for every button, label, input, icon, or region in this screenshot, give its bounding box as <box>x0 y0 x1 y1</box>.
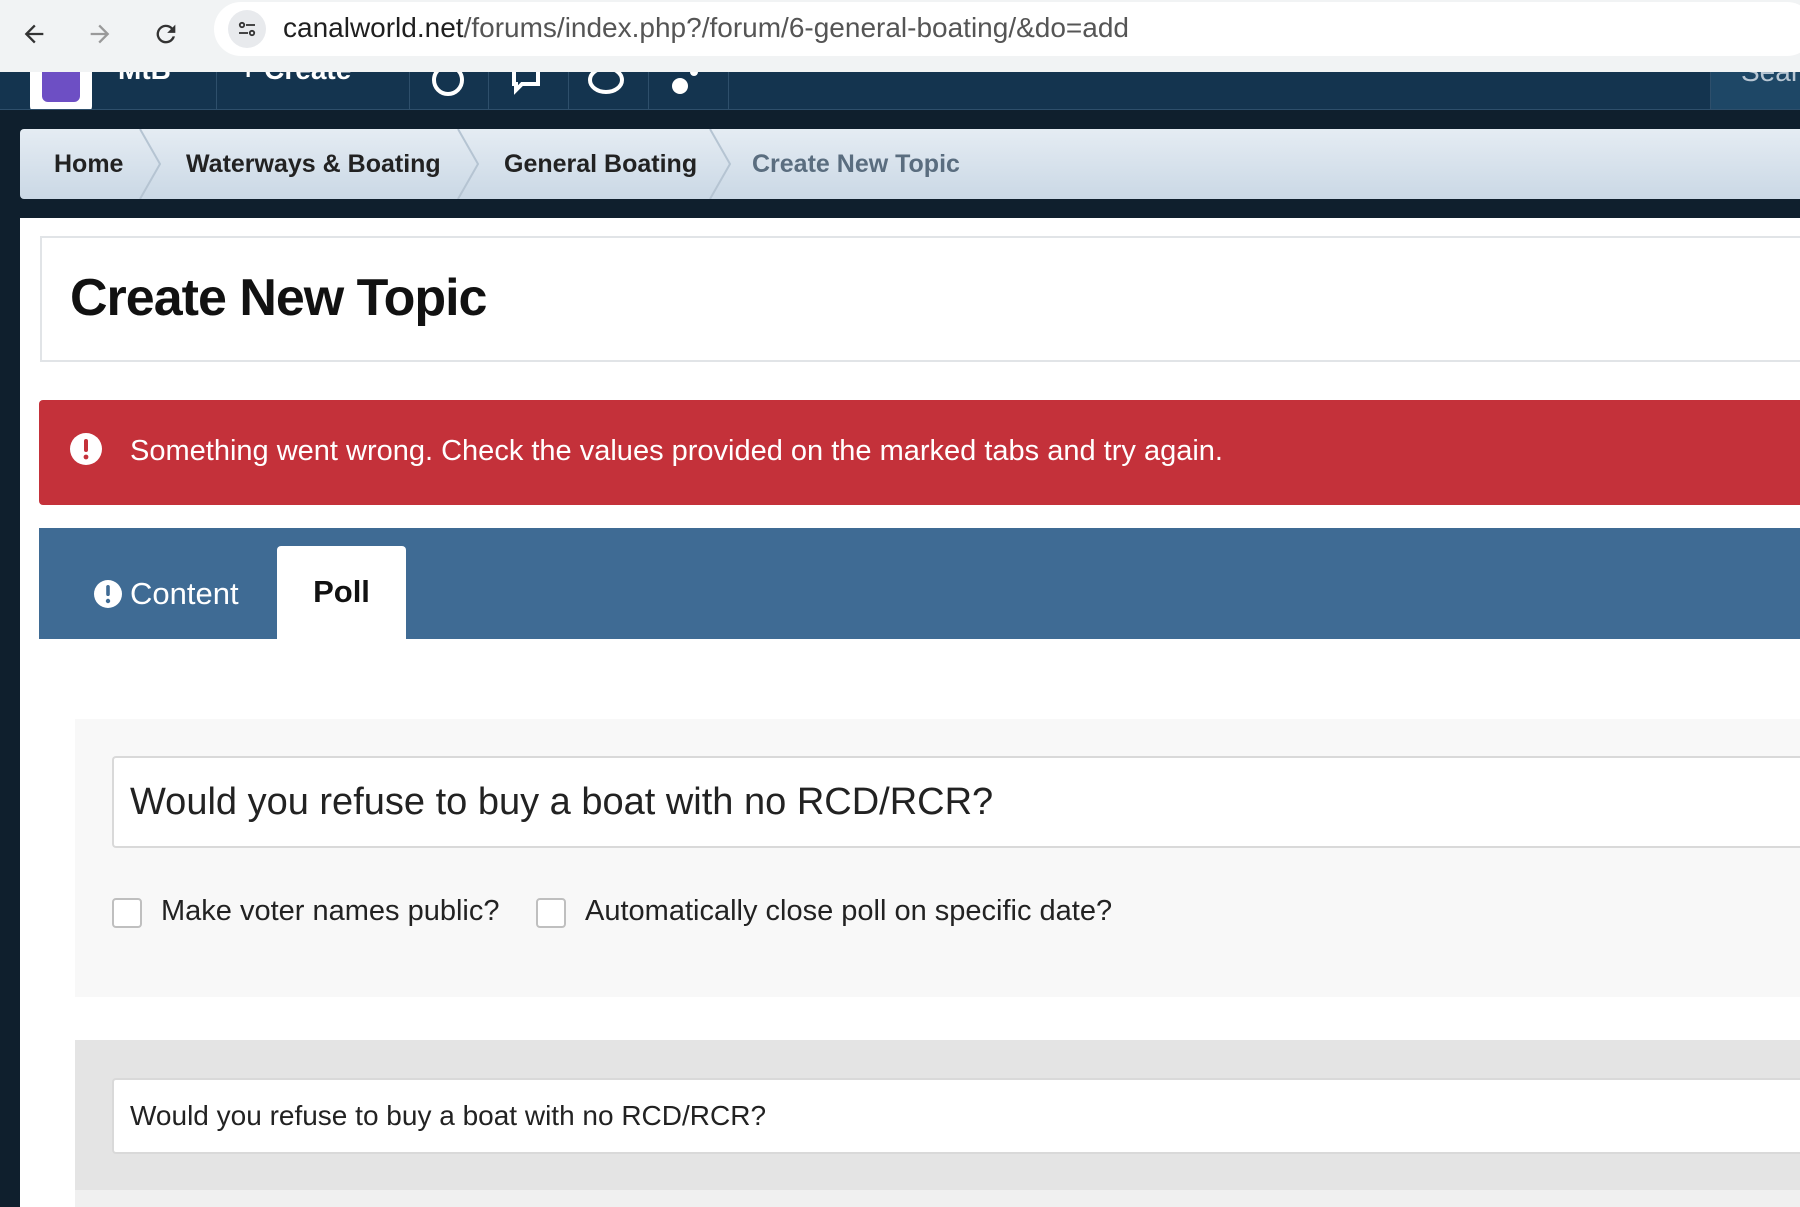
site-settings-icon[interactable] <box>228 10 266 48</box>
notifications-icon[interactable] <box>668 72 704 98</box>
auto-close-checkbox[interactable] <box>536 898 566 928</box>
exclamation-circle-icon <box>94 580 122 608</box>
account-menu[interactable]: MtB <box>118 72 171 86</box>
activity-icon[interactable] <box>430 72 466 98</box>
breadcrumb-general-boating[interactable]: General Boating <box>504 129 697 199</box>
url-text[interactable]: canalworld.net/forums/index.php?/forum/6… <box>283 12 1129 44</box>
forward-icon[interactable] <box>76 10 124 58</box>
site-navbar: MtB + Create Sear <box>0 72 1800 110</box>
messages-icon[interactable] <box>510 72 546 98</box>
exclamation-circle-icon <box>70 433 102 465</box>
theme-toggle-icon[interactable] <box>588 72 624 98</box>
breadcrumb-waterways[interactable]: Waterways & Boating <box>186 129 441 199</box>
public-voters-checkbox[interactable] <box>112 898 142 928</box>
tab-content[interactable]: Content <box>94 574 239 614</box>
reload-icon[interactable] <box>142 10 190 58</box>
breadcrumb: Home Waterways & Boating General Boating… <box>20 129 1800 199</box>
error-text: Something went wrong. Check the values p… <box>130 435 1223 467</box>
page-title: Create New Topic <box>70 269 487 327</box>
breadcrumb-current: Create New Topic <box>752 150 960 178</box>
create-menu[interactable]: + Create <box>240 72 351 86</box>
site-search[interactable]: Sear <box>1710 72 1800 109</box>
breadcrumb-separator-icon <box>709 129 732 199</box>
search-placeholder: Sear <box>1741 72 1800 88</box>
tab-content-label: Content <box>130 576 239 611</box>
breadcrumb-separator-icon <box>139 129 162 199</box>
url-host: canalworld.net <box>283 12 464 43</box>
poll-title-input[interactable] <box>112 756 1800 848</box>
poll-question-input[interactable] <box>112 1078 1800 1154</box>
breadcrumb-separator-icon <box>457 129 480 199</box>
back-icon[interactable] <box>10 10 58 58</box>
auto-close-label[interactable]: Automatically close poll on specific dat… <box>585 895 1112 928</box>
site-logo[interactable] <box>30 72 92 109</box>
url-path: /forums/index.php?/forum/6-general-boati… <box>463 12 1129 43</box>
public-voters-label[interactable]: Make voter names public? <box>161 895 500 928</box>
panel-shadow <box>75 1190 1800 1207</box>
tab-poll-label: Poll <box>313 574 370 609</box>
tab-poll[interactable]: Poll <box>277 546 406 639</box>
breadcrumb-home[interactable]: Home <box>54 129 123 199</box>
